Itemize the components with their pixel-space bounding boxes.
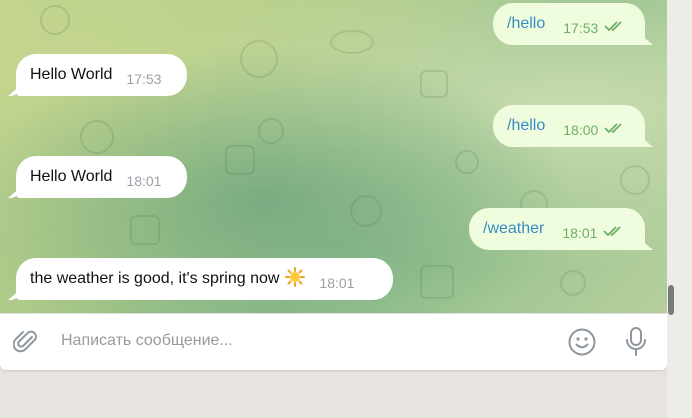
message-time: 18:00 [563, 122, 599, 138]
double-check-icon [604, 19, 626, 37]
message-time: 18:01 [562, 225, 598, 241]
doodle-decoration [225, 145, 255, 175]
doodle-decoration [455, 150, 479, 174]
doodle-decoration [130, 215, 160, 245]
smiley-icon[interactable] [567, 327, 597, 362]
bot-command-link[interactable]: /weather [483, 220, 544, 238]
doodle-decoration [258, 118, 284, 144]
scrollbar-track[interactable] [667, 0, 692, 418]
incoming-message[interactable]: the weather is good, it's spring now 18:… [16, 258, 393, 300]
incoming-message[interactable]: Hello World 18:01 [16, 156, 187, 198]
doodle-decoration [350, 195, 382, 227]
doodle-decoration [80, 120, 114, 154]
doodle-decoration [560, 270, 586, 296]
paperclip-icon[interactable] [12, 328, 39, 361]
chat-background: /hello 17:53 Hello World 17:53 /hello 18… [0, 0, 667, 313]
doodle-decoration [420, 265, 454, 299]
double-check-icon [603, 224, 625, 242]
doodle-decoration [240, 40, 278, 78]
doodle-decoration [620, 165, 650, 195]
outgoing-message[interactable]: /weather 18:01 [469, 208, 645, 250]
scrollbar-thumb[interactable] [668, 285, 674, 315]
message-input[interactable]: Написать сообщение... [61, 332, 233, 350]
message-time: 18:01 [126, 173, 162, 189]
message-composer: Написать сообщение... [0, 313, 667, 370]
message-time: 17:53 [126, 71, 162, 87]
doodle-decoration [40, 5, 70, 35]
microphone-icon[interactable] [624, 326, 648, 363]
bot-command-link[interactable]: /hello [507, 15, 545, 33]
double-check-icon [604, 121, 626, 139]
bot-command-link[interactable]: /hello [507, 117, 545, 135]
message-text: Hello World [30, 66, 113, 83]
message-time: 17:53 [563, 20, 599, 36]
message-text: Hello World [30, 168, 113, 185]
sun-emoji [285, 266, 306, 292]
doodle-decoration [420, 70, 448, 98]
message-text: the weather is good, it's spring now [30, 270, 280, 287]
incoming-message[interactable]: Hello World 17:53 [16, 54, 187, 96]
message-time: 18:01 [319, 275, 355, 291]
outgoing-message[interactable]: /hello 17:53 [493, 3, 645, 45]
doodle-decoration [330, 30, 374, 54]
outgoing-message[interactable]: /hello 18:00 [493, 105, 645, 147]
